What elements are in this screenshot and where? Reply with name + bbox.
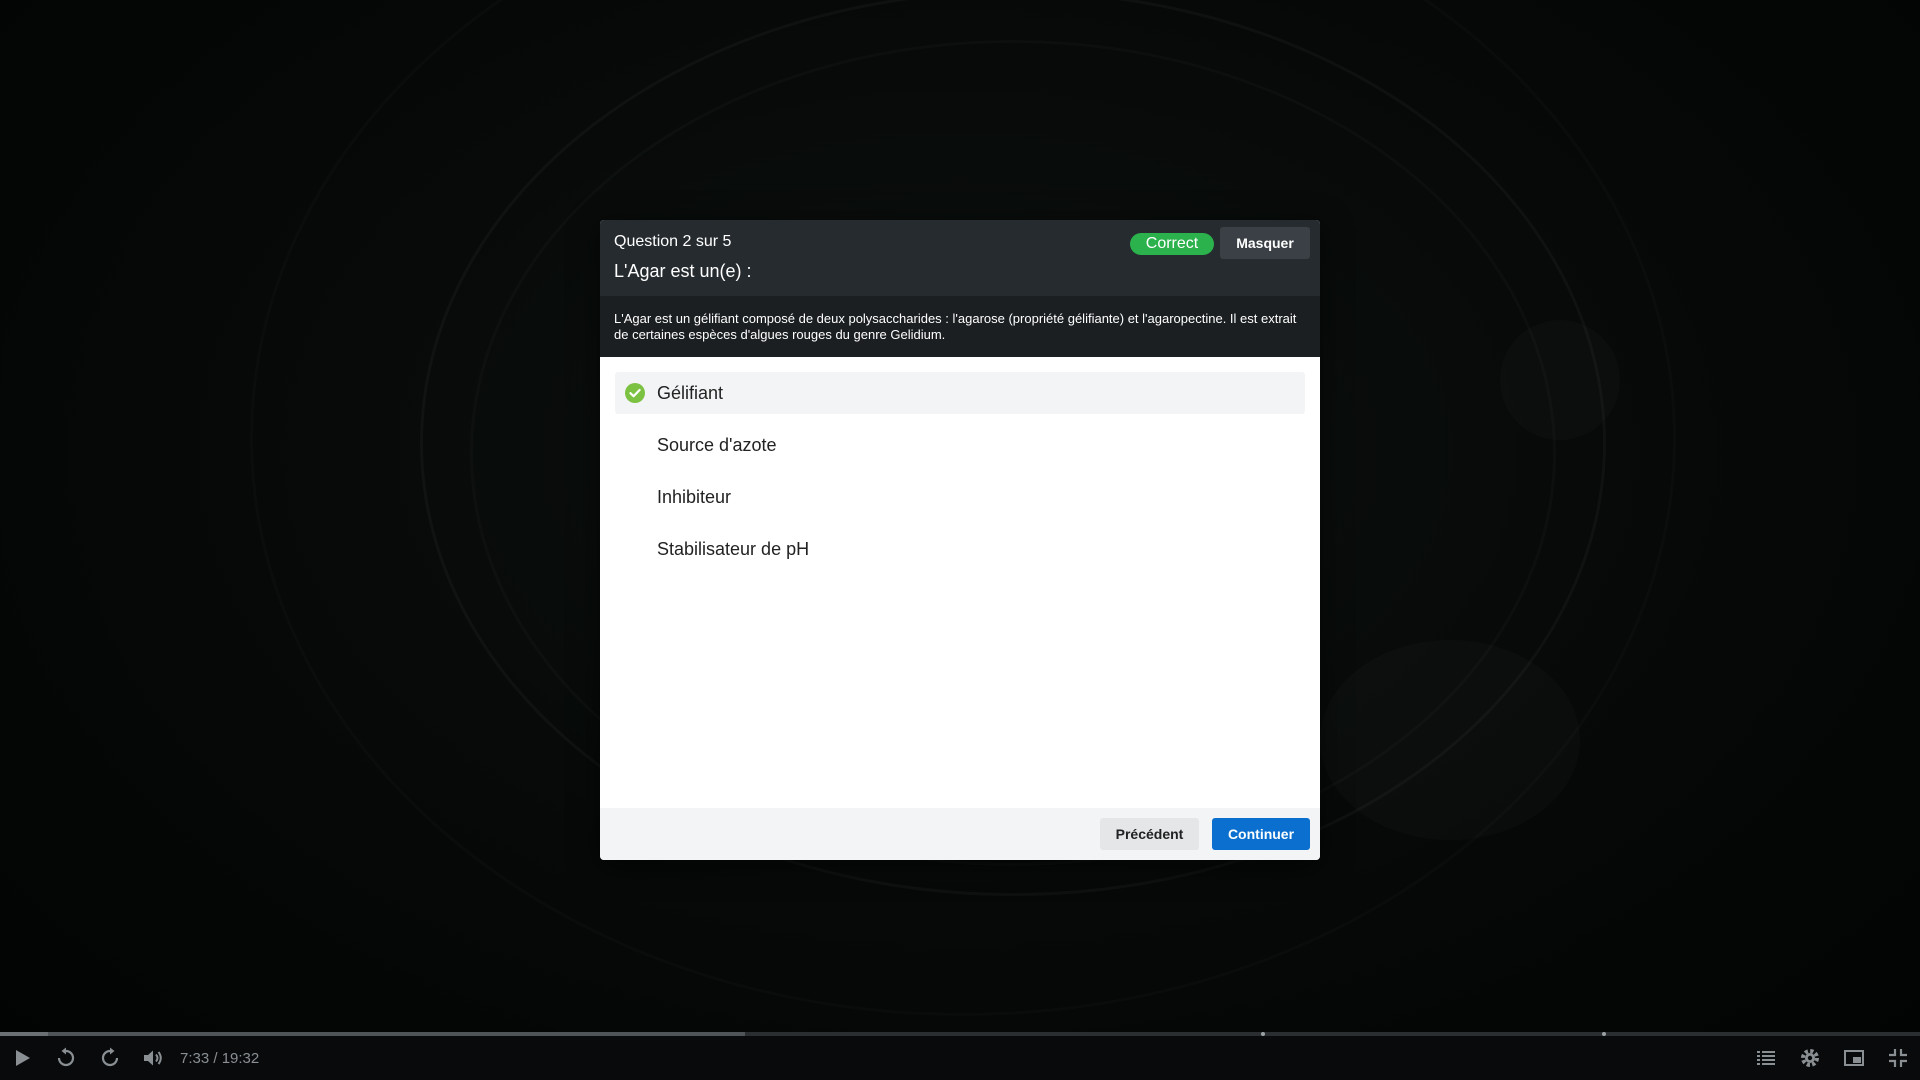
quiz-header: Question 2 sur 5 L'Agar est un(e) : Corr… [600,220,1320,296]
exit-fullscreen-icon[interactable] [1886,1046,1910,1070]
answer-option[interactable]: Inhibiteur [615,476,1305,518]
hide-button[interactable]: Masquer [1220,227,1310,259]
answer-option[interactable]: Gélifiant [615,372,1305,414]
answer-label: Gélifiant [657,383,724,403]
quiz-footer: Précédent Continuer [600,808,1320,860]
answer-label: Inhibiteur [657,487,732,507]
check-circle-icon [625,383,645,403]
feedback-text: L'Agar est un gélifiant composé de deux … [600,296,1320,357]
answer-option[interactable]: Source d'azote [615,424,1305,466]
video-player: Question 2 sur 5 L'Agar est un(e) : Corr… [0,0,1920,1080]
background-shape [1500,320,1620,440]
time-display: 7:33 / 19:32 [180,1050,260,1067]
answer-label: Stabilisateur de pH [657,539,810,559]
answer-option[interactable]: Stabilisateur de pH [615,528,1305,570]
answer-label: Source d'azote [657,435,777,455]
settings-icon[interactable] [1798,1046,1822,1070]
player-controls: 7:33 / 19:32 [0,1036,1920,1080]
quiz-modal: Question 2 sur 5 L'Agar est un(e) : Corr… [600,220,1320,860]
volume-icon[interactable] [141,1046,165,1070]
answer-list: Gélifiant Source d'azote Inhibiteur Stab… [615,372,1305,580]
question-counter: Question 2 sur 5 [614,233,732,250]
picture-in-picture-icon[interactable] [1842,1046,1866,1070]
previous-button[interactable]: Précédent [1100,818,1199,850]
rewind-icon[interactable] [54,1046,78,1070]
continue-button[interactable]: Continuer [1212,818,1310,850]
question-title: L'Agar est un(e) : [614,261,752,281]
background-shape [1320,640,1580,840]
chapters-icon[interactable] [1754,1046,1778,1070]
forward-icon[interactable] [98,1046,122,1070]
status-badge: Correct [1130,233,1214,255]
play-icon[interactable] [10,1046,34,1070]
